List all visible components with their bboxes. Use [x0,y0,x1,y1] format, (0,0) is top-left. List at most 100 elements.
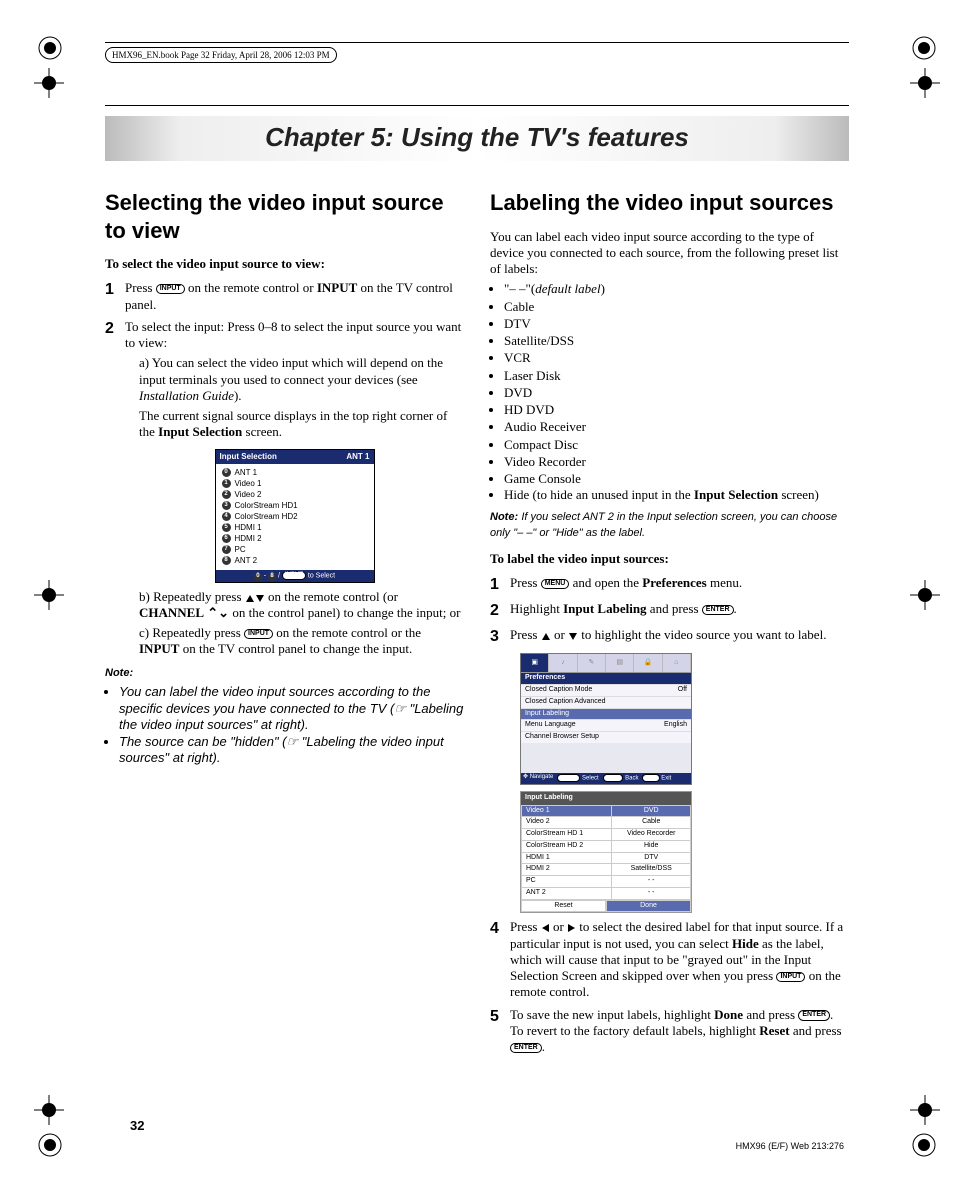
menu-button-icon: MENU [541,579,570,589]
step-1: 1 Press INPUT on the remote control or I… [105,280,464,313]
bullet-item: HD DVD [504,402,849,418]
list-item: 6HDMI 2 [222,534,368,544]
sub-step-a: a) You can select the video input which … [125,355,464,404]
input-labeling-screen-figure: Input Labeling Video 1DVDVideo 2CableCol… [520,791,692,914]
page-header-text: HMX96_EN.book Page 32 Friday, April 28, … [105,47,337,63]
up-arrow-icon [246,595,254,602]
tab-icon: 🔒 [634,654,662,672]
menu-item-highlighted: Input Labeling [521,708,691,720]
bullet-item: Game Console [504,471,849,487]
bullet-item: Satellite/DSS [504,333,849,349]
menu-item: Closed Caption Advanced [521,696,691,708]
step-number: 1 [105,280,125,313]
sub-heading: To select the video input source to view… [105,256,464,272]
intro-paragraph: You can label each video input source ac… [490,229,849,278]
table-row: ColorStream HD 2Hide [522,840,691,852]
tab-icon: ▤ [606,654,634,672]
step-body: Press INPUT on the remote control or INP… [125,280,464,313]
crop-mark-icon [910,580,940,610]
bullet-item: Video Recorder [504,454,849,470]
input-button-icon: INPUT [244,629,273,639]
list-item: 4ColorStream HD2 [222,512,368,522]
down-arrow-icon [256,595,264,602]
bullet-item: Audio Receiver [504,419,849,435]
bullet-item: DTV [504,316,849,332]
chapter-title: Chapter 5: Using the TV's features [265,122,689,152]
step-5: 5 To save the new input labels, highligh… [490,1007,849,1056]
crop-mark-icon [34,580,64,610]
tab-icon: ⌂ [663,654,691,672]
note-block: Note: You can label the video input sour… [105,664,464,767]
list-item: 1Video 1 [222,479,368,489]
list-item: 0ANT 1 [222,468,368,478]
page-number: 32 [130,1118,144,1133]
table-row: Video 2Cable [522,817,691,829]
footer-text: HMX96 (E/F) Web 213:276 [736,1141,844,1151]
table-row: HDMI 1DTV [522,852,691,864]
enter-button-icon: ENTER [702,605,734,615]
reset-button: Reset [521,900,606,913]
right-column: Labeling the video input sources You can… [490,189,849,1061]
note-item: You can label the video input sources ac… [119,684,464,733]
step-2: 2 To select the input: Press 0–8 to sele… [105,319,464,658]
registration-mark-icon [38,36,62,60]
tab-icon: ♪ [549,654,577,672]
sub-step-c: c) Repeatedly press INPUT on the remote … [125,625,464,658]
left-arrow-icon [542,924,549,932]
chevron-up-icon: ⌃ [207,605,218,620]
input-selection-screen-figure: Input SelectionANT 1 0ANT 11Video 12Vide… [215,449,375,583]
label-options-list: "– –"(default label) CableDTVSatellite/DS… [490,281,849,487]
list-item: 8ANT 2 [222,556,368,566]
bullet-item: DVD [504,385,849,401]
enter-button-icon: ENTER [510,1043,542,1053]
note-item: The source can be "hidden" (☞ "Labeling … [119,734,464,767]
note-block: Note: If you select ANT 2 in the Input s… [490,508,849,542]
document-page: HMX96_EN.book Page 32 Friday, April 28, … [0,0,954,1193]
crop-mark-icon [910,1095,940,1125]
input-button-icon: INPUT [776,972,805,982]
list-item: 3ColorStream HD1 [222,501,368,511]
bullet-item: Cable [504,299,849,315]
tab-icon: ▣ [521,654,549,672]
menu-item: Menu LanguageEnglish [521,719,691,731]
list-item: 2Video 2 [222,490,368,500]
table-row: PC- - [522,876,691,888]
registration-mark-icon [38,1133,62,1157]
registration-mark-icon [912,36,936,60]
table-row: Video 1DVD [522,805,691,817]
table-row: HDMI 2Satellite/DSS [522,864,691,876]
done-button: Done [606,900,691,913]
registration-mark-icon [912,1133,936,1157]
bullet-item: "– –"(default label) [504,281,849,297]
bullet-item: Laser Disk [504,368,849,384]
list-item: 5HDMI 1 [222,523,368,533]
right-arrow-icon [568,924,575,932]
preferences-screen-figure: ▣ ♪ ✎ ▤ 🔒 ⌂ Preferences Closed Caption M… [520,653,692,785]
bullet-item: VCR [504,350,849,366]
down-arrow-icon [569,633,577,640]
list-item: 7PC [222,545,368,555]
menu-item: Channel Browser Setup [521,731,691,743]
chevron-down-icon: ⌄ [218,605,229,620]
left-column: Selecting the video input source to view… [105,189,464,1061]
crop-mark-icon [34,68,64,98]
tab-icon: ✎ [578,654,606,672]
step-body: To select the input: Press 0–8 to select… [125,319,464,658]
section-heading: Labeling the video input sources [490,189,849,217]
sub-heading: To label the video input sources: [490,551,849,567]
crop-mark-icon [34,1095,64,1125]
table-row: ANT 2- - [522,887,691,899]
menu-item: Closed Caption ModeOff [521,684,691,696]
section-heading: Selecting the video input source to view [105,189,464,244]
bullet-hide: Hide (to hide an unused input in the Inp… [504,487,849,503]
step-4: 4 Press or to select the desired label f… [490,919,849,1000]
bullet-item: Compact Disc [504,437,849,453]
step-2: 2 Highlight Input Labeling and press ENT… [490,601,849,621]
step-number: 2 [105,319,125,658]
table-row: ColorStream HD 1Video Recorder [522,829,691,841]
paragraph: The current signal source displays in th… [125,408,464,441]
chapter-heading-bar: Chapter 5: Using the TV's features [105,116,849,161]
up-arrow-icon [542,633,550,640]
input-button-icon: INPUT [156,284,185,294]
step-1: 1 Press MENU and open the Preferences me… [490,575,849,595]
